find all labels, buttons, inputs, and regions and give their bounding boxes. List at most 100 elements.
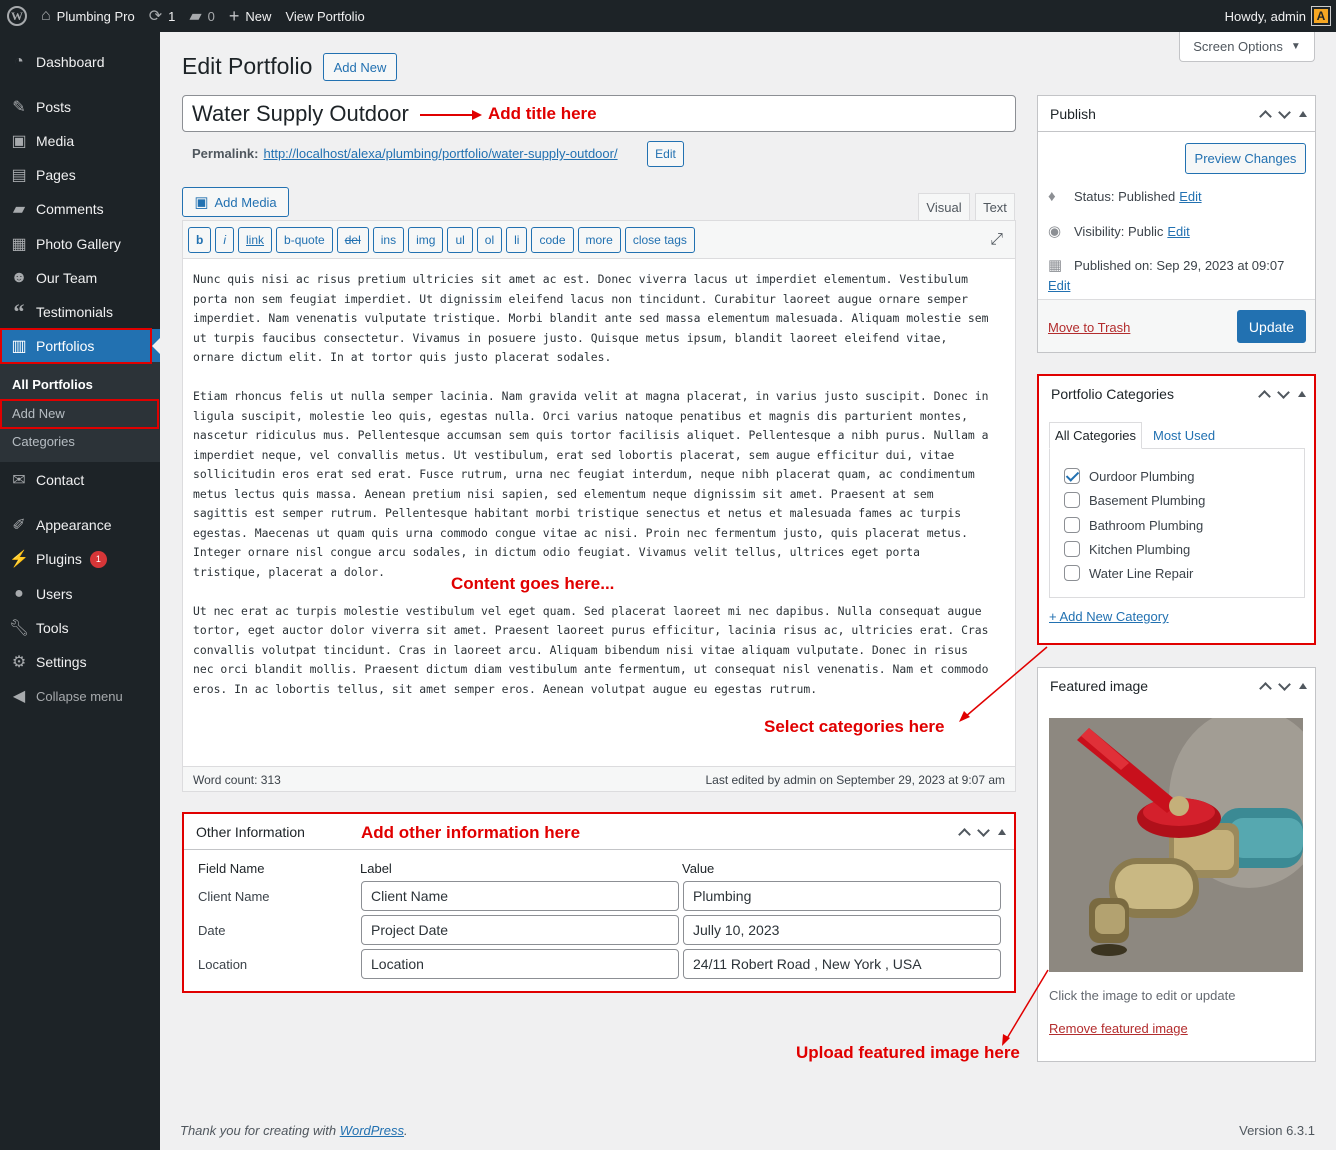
view-portfolio-link[interactable]: View Portfolio bbox=[278, 0, 371, 32]
pin-icon: ✎ bbox=[12, 99, 26, 116]
qt-link-button[interactable]: link bbox=[238, 226, 273, 253]
tab-all-categories[interactable]: All Categories bbox=[1049, 422, 1142, 449]
toggle-panel-icon[interactable] bbox=[1299, 111, 1307, 117]
published-on-edit-link[interactable]: Edit bbox=[1048, 278, 1070, 293]
label-input-date[interactable]: Project Date bbox=[361, 915, 679, 945]
sidebar-item-media[interactable]: ▣ Media bbox=[0, 124, 160, 158]
move-up-icon[interactable] bbox=[1259, 681, 1272, 695]
sidebar-item-label: Plugins bbox=[36, 551, 82, 567]
qt-italic-button[interactable]: i bbox=[215, 226, 235, 253]
move-up-icon[interactable] bbox=[1258, 389, 1271, 403]
editor-paragraph: Nunc quis nisi ac risus pretium ultricie… bbox=[193, 272, 989, 364]
sidebar-item-our-team[interactable]: ☻ Our Team bbox=[0, 261, 160, 295]
updates-menu[interactable]: ⟳ 1 bbox=[142, 0, 183, 32]
qt-blockquote-button[interactable]: b-quote bbox=[276, 226, 333, 253]
publish-header: Publish bbox=[1038, 96, 1315, 132]
category-item[interactable]: Bathroom Plumbing bbox=[1064, 517, 1203, 533]
wordpress-link[interactable]: WordPress bbox=[340, 1123, 404, 1138]
tab-text[interactable]: Text bbox=[975, 193, 1015, 221]
visibility-edit-link[interactable]: Edit bbox=[1167, 224, 1189, 239]
add-new-category-link[interactable]: + Add New Category bbox=[1049, 609, 1169, 624]
qt-li-button[interactable]: li bbox=[506, 226, 528, 253]
qt-more-button[interactable]: more bbox=[577, 226, 621, 253]
label-input-client[interactable]: Client Name bbox=[361, 881, 679, 911]
my-account-menu[interactable]: Howdy, admin A bbox=[1218, 0, 1336, 32]
submenu-all-portfolios[interactable]: All Portfolios bbox=[12, 377, 93, 392]
tab-visual[interactable]: Visual bbox=[918, 193, 970, 221]
sidebar-item-dashboard[interactable]: ◔ Dashboard bbox=[0, 45, 160, 79]
submenu-add-new[interactable]: Add New bbox=[12, 406, 65, 421]
move-to-trash-link[interactable]: Move to Trash bbox=[1048, 320, 1130, 335]
checkbox[interactable] bbox=[1064, 541, 1080, 557]
screen-options-button[interactable]: Screen Options ▼ bbox=[1179, 32, 1315, 62]
annotation-categories: Select categories here bbox=[764, 717, 945, 736]
toggle-panel-icon[interactable] bbox=[1299, 683, 1307, 689]
update-button[interactable]: Update bbox=[1237, 310, 1306, 343]
tab-most-used[interactable]: Most Used bbox=[1153, 428, 1215, 443]
category-item[interactable]: Ourdoor Plumbing bbox=[1064, 468, 1195, 484]
qt-ol-button[interactable]: ol bbox=[476, 226, 503, 253]
post-title-input[interactable]: Water Supply Outdoor bbox=[182, 95, 1016, 132]
sidebar-item-comments[interactable]: ▰ Comments bbox=[0, 192, 160, 226]
value-input-location[interactable]: 24/11 Robert Road , New York , USA bbox=[683, 949, 1001, 979]
qt-img-button[interactable]: img bbox=[408, 226, 444, 253]
sidebar-item-pages[interactable]: ▤ Pages bbox=[0, 158, 160, 192]
move-down-icon[interactable] bbox=[977, 823, 990, 837]
sidebar-item-appearance[interactable]: ✐ Appearance bbox=[0, 508, 160, 542]
move-down-icon[interactable] bbox=[1278, 677, 1291, 691]
add-new-button[interactable]: Add New bbox=[323, 53, 397, 81]
qt-bold-button[interactable]: b bbox=[188, 226, 212, 253]
permalink-edit-button[interactable]: Edit bbox=[647, 141, 684, 167]
value-input-client[interactable]: Plumbing bbox=[683, 881, 1001, 911]
collapse-menu-button[interactable]: ◀ Collapse menu bbox=[0, 679, 160, 713]
comments-menu[interactable]: ▰ 0 bbox=[182, 0, 222, 32]
move-down-icon[interactable] bbox=[1277, 385, 1290, 399]
sidebar-item-contact[interactable]: ✉ Contact bbox=[0, 463, 160, 497]
submenu-categories[interactable]: Categories bbox=[12, 434, 75, 449]
qt-ins-button[interactable]: ins bbox=[372, 226, 405, 253]
sidebar-item-settings[interactable]: ⚙ Settings bbox=[0, 645, 160, 679]
editor-status-bar: Word count: 313 Last edited by admin on … bbox=[183, 766, 1015, 791]
sidebar-item-tools[interactable]: 🔧︎ Tools bbox=[0, 611, 160, 645]
checkbox-checked[interactable] bbox=[1064, 468, 1080, 484]
value-input-date[interactable]: Jully 10, 2023 bbox=[683, 915, 1001, 945]
preview-changes-button[interactable]: Preview Changes bbox=[1185, 143, 1306, 174]
qt-code-button[interactable]: code bbox=[531, 226, 574, 253]
sidebar-item-portfolios[interactable]: ▥ Portfolios bbox=[0, 329, 160, 363]
comments-icon: ▰ bbox=[12, 201, 26, 218]
annotation-arrow-featured bbox=[1002, 969, 1049, 1046]
sidebar-item-users[interactable]: ● Users bbox=[0, 577, 160, 611]
checkbox[interactable] bbox=[1064, 492, 1080, 508]
status-edit-link[interactable]: Edit bbox=[1179, 189, 1201, 204]
move-up-icon[interactable] bbox=[958, 827, 971, 841]
published-on-row: ▦ Published on: Sep 29, 2023 at 09:07 Edi… bbox=[1048, 256, 1310, 296]
category-item[interactable]: Water Line Repair bbox=[1064, 565, 1193, 581]
sidebar-item-posts[interactable]: ✎ Posts bbox=[0, 90, 160, 124]
toggle-panel-icon[interactable] bbox=[1298, 391, 1306, 397]
featured-image-thumbnail[interactable] bbox=[1049, 718, 1303, 972]
editor-textarea[interactable]: Nunc quis nisi ac risus pretium ultricie… bbox=[193, 270, 1008, 699]
qt-ul-button[interactable]: ul bbox=[447, 226, 473, 253]
sidebar-item-testimonials[interactable]: “ Testimonials bbox=[0, 295, 160, 329]
move-down-icon[interactable] bbox=[1278, 105, 1291, 119]
category-item[interactable]: Basement Plumbing bbox=[1064, 492, 1205, 508]
label-input-location[interactable]: Location bbox=[361, 949, 679, 979]
sidebar-item-photo-gallery[interactable]: ▦ Photo Gallery bbox=[0, 227, 160, 261]
visibility-row: ◉ Visibility: Public Edit bbox=[1048, 222, 1190, 240]
new-content-menu[interactable]: + New bbox=[222, 0, 279, 32]
site-name-menu[interactable]: ⌂ Plumbing Pro bbox=[34, 0, 142, 32]
fullscreen-icon[interactable]: ⤢ bbox=[990, 231, 1003, 249]
category-item[interactable]: Kitchen Plumbing bbox=[1064, 541, 1190, 557]
qt-close-tags-button[interactable]: close tags bbox=[624, 226, 695, 253]
quicktags-toolbar: b i link b-quote del ins img ul ol li co… bbox=[183, 221, 1015, 259]
remove-featured-image-link[interactable]: Remove featured image bbox=[1049, 1021, 1188, 1036]
qt-del-button[interactable]: del bbox=[336, 226, 369, 253]
add-media-button[interactable]: ▣ Add Media bbox=[182, 187, 289, 217]
permalink-link[interactable]: http://localhost/alexa/plumbing/portfoli… bbox=[263, 146, 617, 161]
sidebar-item-plugins[interactable]: ⚡ Plugins 1 bbox=[0, 542, 160, 576]
checkbox[interactable] bbox=[1064, 517, 1080, 533]
move-up-icon[interactable] bbox=[1259, 109, 1272, 123]
toggle-panel-icon[interactable] bbox=[998, 829, 1006, 835]
wp-logo-menu[interactable]: W bbox=[0, 0, 34, 32]
checkbox[interactable] bbox=[1064, 565, 1080, 581]
